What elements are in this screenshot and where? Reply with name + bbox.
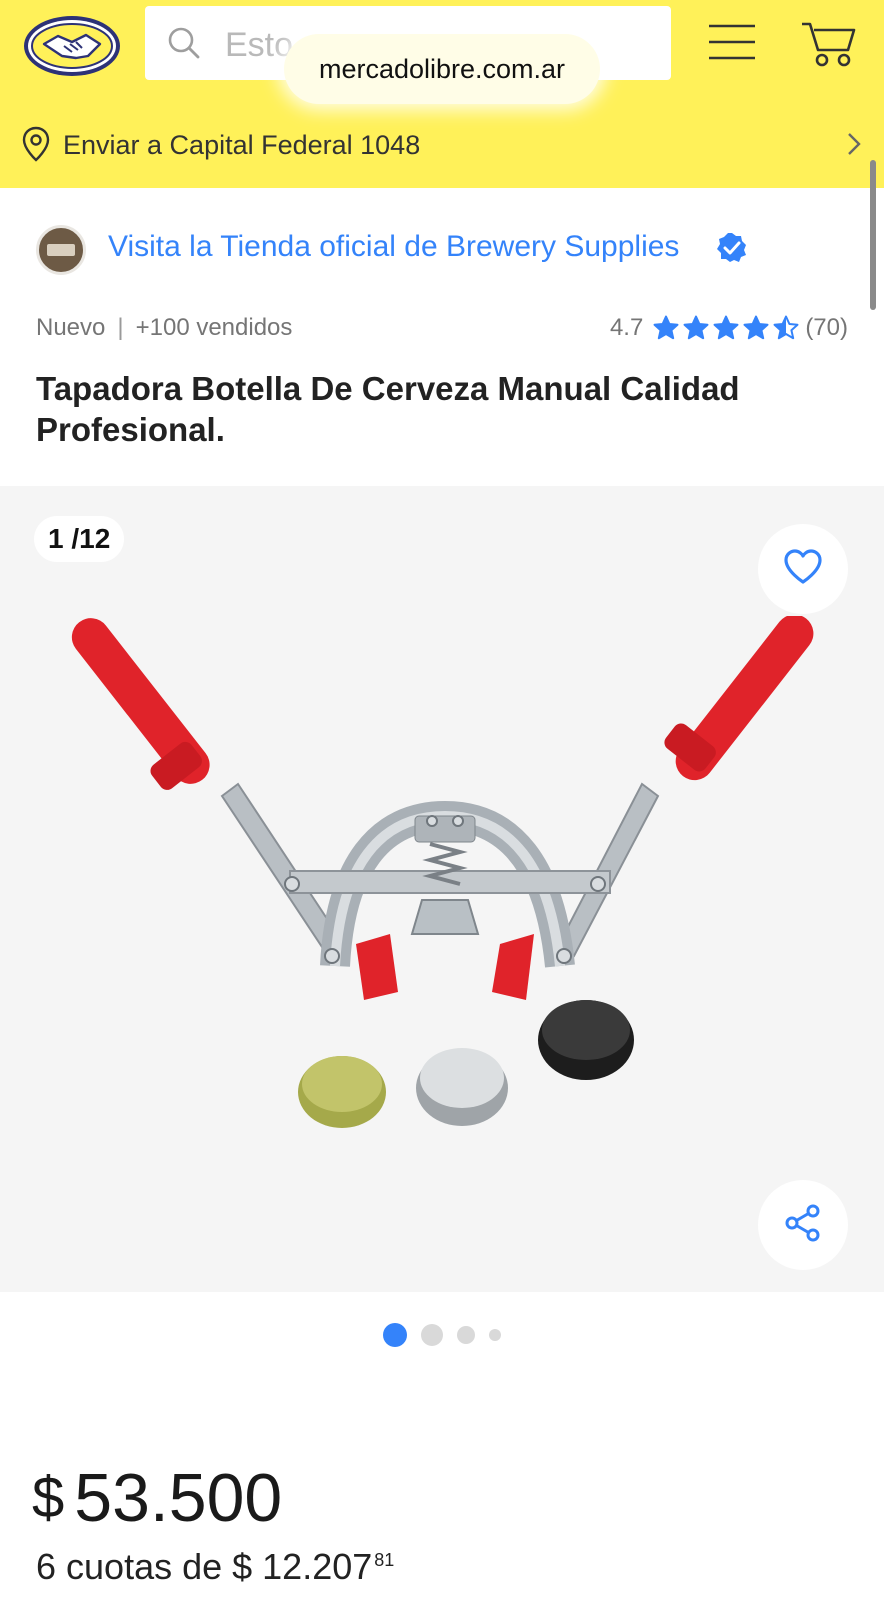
product-photo[interactable] — [60, 614, 830, 1156]
heart-icon — [783, 548, 823, 590]
price: $ 53.500 — [32, 1462, 282, 1534]
star-full-icon — [683, 315, 709, 340]
installments-cents: 81 — [374, 1550, 395, 1570]
product-meta-row: Nuevo | +100 vendidos 4.7 (70) — [36, 314, 848, 350]
search-icon — [167, 26, 201, 60]
official-store-row[interactable]: Visita la Tienda oficial de Brewery Supp… — [0, 210, 884, 290]
installments-text: 6 cuotas de $ 12.207 — [36, 1546, 373, 1587]
star-full-icon — [743, 315, 769, 340]
browser-url-pill[interactable]: mercadolibre.com.ar — [284, 34, 600, 104]
sold-count: +100 vendidos — [135, 314, 293, 341]
rating-summary[interactable]: 4.7 (70) — [610, 314, 848, 342]
site-header: Esto mercadolibre.com.ar Enviar a Capita… — [0, 0, 884, 188]
pagination-dot-active[interactable] — [383, 1323, 407, 1347]
cart-icon[interactable] — [800, 18, 858, 68]
share-icon — [783, 1203, 823, 1248]
search-placeholder[interactable]: Esto — [225, 26, 293, 65]
condition-label: Nuevo — [36, 314, 106, 341]
product-title: Tapadora Botella De Cerveza Manual Calid… — [36, 370, 740, 448]
official-store-link[interactable]: Visita la Tienda oficial de Brewery Supp… — [108, 230, 679, 264]
meta-separator: | — [117, 314, 124, 341]
rating-stars — [653, 315, 799, 341]
share-button[interactable] — [758, 1180, 848, 1270]
gallery-pagination[interactable] — [0, 1320, 884, 1350]
favorite-button[interactable] — [758, 524, 848, 614]
star-full-icon — [713, 315, 739, 340]
verified-badge-icon — [716, 232, 748, 264]
black-cap-icon — [538, 1000, 634, 1080]
pagination-dot[interactable] — [457, 1326, 475, 1344]
pagination-dot[interactable] — [421, 1324, 443, 1346]
price-currency: $ — [32, 1465, 65, 1530]
pagination-dot[interactable] — [489, 1329, 501, 1341]
chevron-right-icon — [844, 130, 864, 158]
image-counter: 1 /12 — [34, 516, 125, 562]
gold-cap-icon — [298, 1056, 386, 1128]
review-count: (70) — [805, 314, 848, 341]
store-avatar — [36, 225, 86, 275]
handshake-logo-icon[interactable] — [22, 8, 122, 76]
right-handle-icon — [556, 614, 814, 958]
left-handle-icon — [71, 618, 347, 958]
installments[interactable]: 6 cuotas de $ 12.207 81 — [36, 1546, 394, 1588]
condition-sold: Nuevo | +100 vendidos — [36, 314, 292, 342]
shipping-location-row[interactable]: Enviar a Capital Federal 1048 — [0, 118, 884, 178]
price-amount: 53.500 — [74, 1460, 283, 1536]
product-gallery[interactable]: 1 /12 — [0, 486, 884, 1292]
location-pin-icon — [22, 126, 50, 162]
silver-cap-icon — [416, 1048, 508, 1126]
hamburger-menu-icon[interactable] — [707, 22, 757, 62]
star-full-icon — [653, 315, 679, 340]
shipping-address: Enviar a Capital Federal 1048 — [63, 130, 421, 160]
rating-score: 4.7 — [609, 314, 644, 341]
star-half-icon — [773, 315, 799, 340]
top-bar: Esto mercadolibre.com.ar — [0, 0, 884, 110]
